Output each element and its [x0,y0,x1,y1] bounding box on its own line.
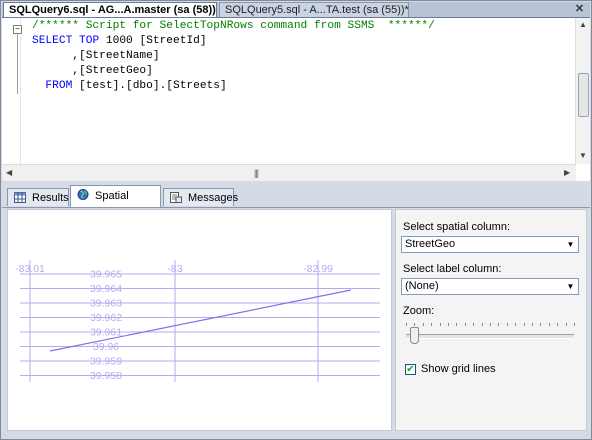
y-tick-label: 39.96 [93,341,119,353]
scroll-left-icon[interactable]: ◀ [6,168,12,177]
y-tick-label: 39.962 [90,312,122,324]
zoom-label: Zoom: [403,305,435,317]
label-column-select[interactable]: (None) ▼ [401,278,579,295]
slider-tick [464,323,466,326]
x-tick-label: -82.99 [303,263,333,275]
slider-tick [548,323,550,326]
slider-tick [506,323,508,326]
keyword-select: SELECT [32,35,73,47]
code-text[interactable]: /****** Script for SelectTopNRows comman… [32,19,435,94]
slider-tick [448,323,449,326]
spatial-column-value: StreetGeo [405,238,456,250]
slider-tick [439,323,441,326]
query-window: SQLQuery6.sql - AG...A.master (sa (58)) … [0,0,592,440]
slider-tick [523,323,525,326]
slider-tick [473,323,475,326]
scroll-right-icon[interactable]: ▶ [564,168,570,177]
tab-spatial-results[interactable]: Spatial results [70,185,161,222]
zoom-slider-ticks [406,323,575,327]
label-column-value: (None) [405,280,439,292]
slider-tick [565,323,567,326]
chevron-down-icon: ▼ [566,282,575,291]
slider-tick [515,323,517,326]
x-tick-label: -83 [167,263,182,275]
chevron-down-icon: ▼ [566,240,575,249]
y-tick-label: 39.959 [90,356,122,368]
code-line-2-rest: 1000 [StreetId] [99,35,207,47]
slider-tick [574,323,575,326]
tab-messages[interactable]: Messages [163,188,238,206]
show-grid-lines-checkbox[interactable]: ✔ [405,364,416,375]
scroll-grip-icon[interactable]: ||| [254,168,259,178]
slider-tick [532,323,533,326]
slider-tick [422,323,424,326]
sql-editor[interactable]: − /****** Script for SelectTopNRows comm… [2,18,590,181]
label-column-label: Select label column: [403,263,502,275]
spatial-map[interactable]: -83.01 -83 -82.99 39.965 39.964 39.963 39.962 3… [7,209,392,431]
document-tab-strip: SQLQuery6.sql - AG...A.master (sa (58)) … [2,2,590,18]
y-tick-label: 39.965 [90,269,122,281]
tab-sqlquery6[interactable]: SQLQuery6.sql - AG...A.master (sa (58)) [3,2,217,17]
tab-sqlquery5[interactable]: SQLQuery5.sql - A...TA.test (sa (55))* [219,2,409,17]
keyword-from: FROM [32,80,73,92]
collapse-icon[interactable]: − [13,25,22,34]
keyword-top: TOP [79,35,100,47]
show-grid-lines-label[interactable]: Show grid lines [421,363,496,375]
spatial-map-canvas: -83.01 -83 -82.99 39.965 39.964 39.963 39.962 3… [15,260,380,382]
grid-icon [14,192,26,203]
messages-icon [170,192,182,203]
results-tab-strip: Results Spatial results Messages [2,184,590,222]
code-line-4: ,[StreetGeo] [32,65,153,77]
editor-horizontal-scrollbar[interactable]: ◀ ||| ▶ [2,164,576,181]
zoom-slider-thumb[interactable] [410,327,420,344]
scroll-up-icon[interactable]: ▲ [579,20,587,29]
y-tick-label: 39.958 [90,370,122,382]
y-tick-label: 39.964 [90,283,122,295]
slider-tick [540,323,542,326]
code-line-3: ,[StreetName] [32,50,160,62]
spatial-options-panel: Select spatial column: StreetGeo ▼ Selec… [395,209,587,431]
scrollbar-thumb[interactable] [578,73,589,117]
close-icon[interactable]: ✕ [573,3,586,16]
editor-margin: − [2,18,22,164]
code-line-5-rest: [test].[dbo].[Streets] [72,80,227,92]
editor-vertical-scrollbar[interactable]: ▲ ▼ [575,18,590,164]
slider-tick [414,323,416,326]
y-tick-label: 39.961 [90,327,122,339]
tab-results[interactable]: Results [7,188,69,206]
code-comment: /****** Script for SelectTopNRows comman… [32,20,435,32]
slider-tick [431,323,433,326]
slider-tick [498,323,500,326]
scroll-down-icon[interactable]: ▼ [579,151,587,160]
slider-tick [481,323,483,326]
tab-results-label: Results [32,192,69,204]
spatial-column-label: Select spatial column: [403,221,510,233]
slider-tick [406,323,407,326]
outline-guide [17,34,18,94]
slider-tick [456,323,458,326]
globe-icon [77,189,89,200]
x-tick-label: -83.01 [15,263,45,275]
spatial-column-select[interactable]: StreetGeo ▼ [401,236,579,253]
slider-tick [557,323,559,326]
slider-tick [490,323,491,326]
y-tick-label: 39.963 [90,298,122,310]
tab-messages-label: Messages [188,192,239,204]
zoom-slider-track[interactable] [406,334,574,339]
